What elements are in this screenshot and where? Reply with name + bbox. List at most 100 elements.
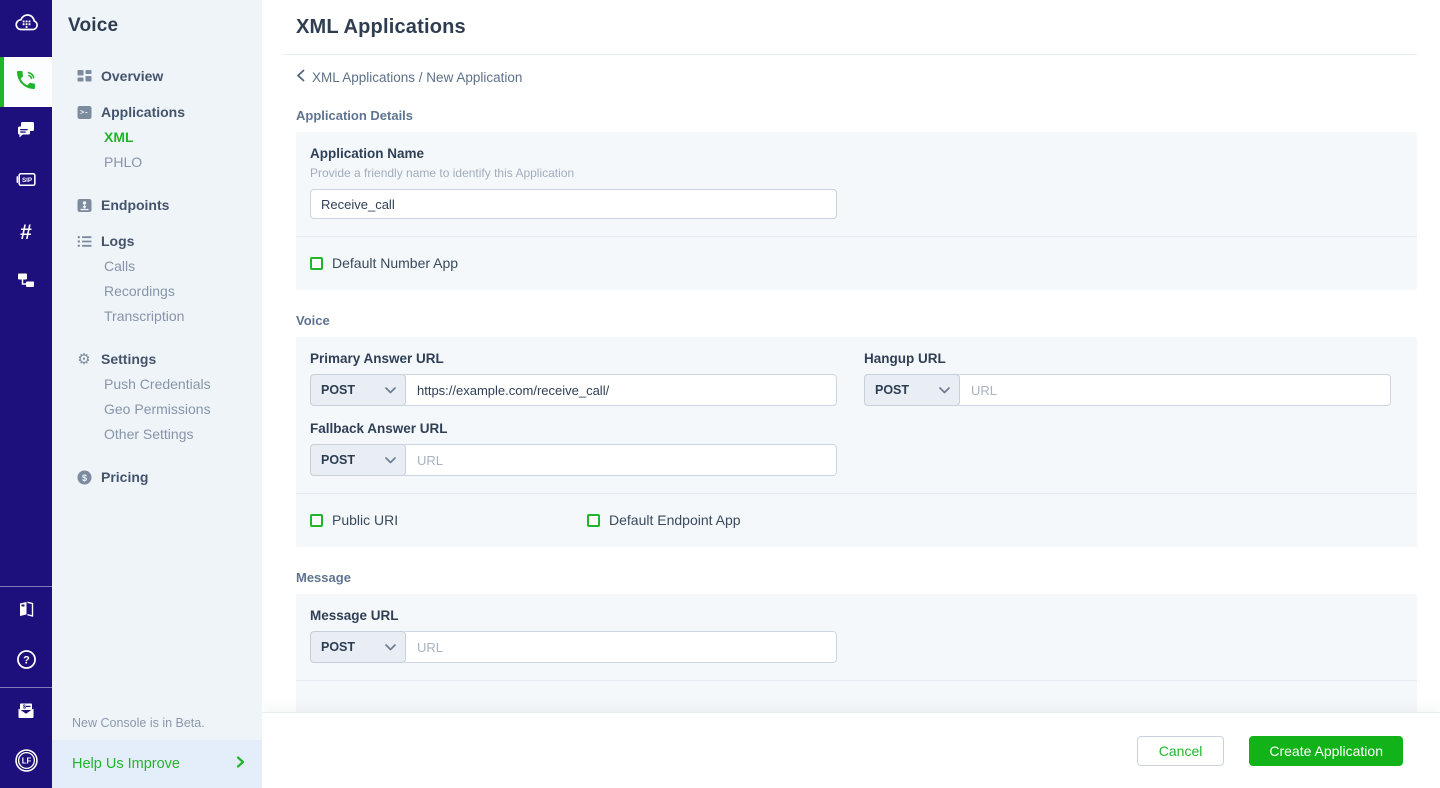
sidebar: Voice Overview >- Applications XML PHLO	[52, 0, 262, 788]
message-url-label: Message URL	[310, 608, 399, 623]
chevron-down-icon	[385, 453, 396, 467]
chevron-down-icon	[385, 383, 396, 397]
application-name-label: Application Name	[310, 146, 425, 161]
hangup-method-select[interactable]: POST	[864, 374, 960, 406]
sidebar-item-label: Overview	[101, 68, 164, 84]
sidebar-item-label: Pricing	[101, 469, 149, 485]
breadcrumb-text: XML Applications / New Application	[312, 69, 523, 85]
fallback-method-value: POST	[321, 453, 356, 467]
rail-spacer	[0, 307, 52, 586]
hangup-url-input[interactable]	[956, 374, 1391, 406]
cancel-button[interactable]: Cancel	[1136, 735, 1225, 766]
rail-docs-button[interactable]	[0, 587, 52, 637]
primary-answer-url-input[interactable]	[402, 374, 837, 406]
billing-invoice-icon: $	[14, 699, 38, 728]
card-divider	[296, 236, 1417, 237]
chevron-down-icon	[939, 383, 950, 397]
icon-rail: SIP # ? $ LF	[0, 0, 52, 788]
sidebar-item-label: Settings	[101, 351, 157, 367]
rail-messaging-button[interactable]	[0, 107, 52, 157]
gear-icon: ⚙	[77, 350, 91, 368]
message-method-value: POST	[321, 640, 356, 654]
sidebar-item-phlo[interactable]: PHLO	[104, 150, 262, 175]
application-name-input[interactable]	[310, 189, 837, 219]
sidebar-nav: Overview >- Applications XML PHLO Endpoi…	[52, 37, 262, 716]
rail-help-button[interactable]: ?	[0, 637, 52, 687]
chevron-right-icon	[234, 755, 246, 773]
svg-text:>-: >-	[80, 109, 88, 117]
svg-text:$: $	[81, 472, 86, 482]
default-endpoint-app-checkbox[interactable]	[587, 513, 600, 527]
title-divider	[282, 54, 1417, 55]
default-number-app-checkbox[interactable]	[310, 256, 323, 270]
sidebar-item-recordings[interactable]: Recordings	[104, 279, 262, 304]
rail-phone-numbers-button[interactable]: #	[0, 207, 52, 257]
svg-text:?: ?	[23, 655, 30, 667]
footer-action-bar: Cancel Create Application	[262, 713, 1440, 788]
sidebar-item-settings[interactable]: ⚙ Settings	[76, 346, 262, 372]
rail-billing-button[interactable]: $	[0, 688, 52, 738]
sidebar-item-pricing[interactable]: $ Pricing	[76, 464, 262, 490]
dollar-icon: $	[76, 469, 92, 485]
list-icon	[76, 233, 92, 249]
rail-voice-button[interactable]	[0, 57, 52, 107]
svg-text:SIP: SIP	[21, 177, 31, 184]
sidebar-item-calls[interactable]: Calls	[104, 254, 262, 279]
primary-answer-method-select[interactable]: POST	[310, 374, 406, 406]
sidebar-item-endpoints[interactable]: Endpoints	[76, 192, 262, 218]
sidebar-item-logs[interactable]: Logs	[76, 228, 262, 254]
page-title: XML Applications	[296, 16, 466, 38]
application-name-help: Provide a friendly name to identify this…	[310, 166, 575, 180]
public-uri-label: Public URI	[332, 512, 399, 528]
fallback-method-select[interactable]: POST	[310, 444, 406, 476]
sip-trunking-icon: SIP	[14, 167, 39, 197]
help-us-improve-label: Help Us Improve	[72, 756, 180, 772]
sidebar-item-xml[interactable]: XML	[104, 125, 262, 150]
messaging-chat-icon	[14, 118, 38, 147]
account-avatar: LF	[13, 747, 40, 779]
chevron-left-icon	[296, 69, 305, 85]
fallback-answer-url-input[interactable]	[402, 444, 837, 476]
section-label-voice: Voice	[296, 313, 330, 328]
section-label-message: Message	[296, 570, 351, 585]
default-endpoint-app-label: Default Endpoint App	[609, 512, 741, 528]
sidebar-item-transcription[interactable]: Transcription	[104, 304, 262, 329]
voice-phone-icon	[14, 68, 38, 97]
docs-book-icon	[14, 598, 38, 627]
message-method-select[interactable]: POST	[310, 631, 406, 663]
rail-account-button[interactable]: LF	[0, 738, 52, 788]
beta-note: New Console is in Beta.	[72, 716, 205, 730]
phlo-sitemap-icon	[14, 268, 38, 297]
application-details-card: Application Name Provide a friendly name…	[296, 132, 1417, 290]
rail-phlo-button[interactable]	[0, 257, 52, 307]
create-application-button[interactable]: Create Application	[1249, 735, 1403, 766]
sidebar-item-applications[interactable]: >- Applications	[76, 99, 262, 125]
terminal-icon: >-	[76, 104, 92, 120]
primary-answer-method-value: POST	[321, 383, 356, 397]
sidebar-item-push-credentials[interactable]: Push Credentials	[104, 372, 262, 397]
help-question-icon: ?	[14, 647, 39, 677]
plivo-logo-button[interactable]	[0, 0, 52, 50]
sidebar-product-title: Voice	[68, 15, 119, 36]
sidebar-item-other-settings[interactable]: Other Settings	[104, 422, 262, 447]
sidebar-item-overview[interactable]: Overview	[76, 63, 262, 89]
hash-icon: #	[20, 220, 32, 244]
hangup-method-value: POST	[875, 383, 910, 397]
breadcrumb[interactable]: XML Applications / New Application	[296, 69, 1417, 85]
dashboard-icon	[76, 68, 92, 84]
section-label-application-details: Application Details	[296, 108, 414, 123]
help-us-improve-link[interactable]: Help Us Improve	[52, 740, 262, 788]
sidebar-item-label: Applications	[101, 104, 186, 120]
chevron-down-icon	[385, 640, 396, 654]
hangup-url-label: Hangup URL	[864, 351, 946, 366]
public-uri-checkbox[interactable]	[310, 513, 323, 527]
rail-sip-trunking-button[interactable]: SIP	[0, 157, 52, 207]
svg-text:LF: LF	[21, 757, 31, 766]
main-content: XML Applications XML Applications / New …	[262, 0, 1440, 788]
default-number-app-label: Default Number App	[332, 255, 459, 271]
sidebar-item-label: Endpoints	[101, 197, 170, 213]
voice-card: Primary Answer URL POST Hangup URL	[296, 337, 1417, 547]
sidebar-item-geo-permissions[interactable]: Geo Permissions	[104, 397, 262, 422]
message-url-input[interactable]	[402, 631, 837, 663]
card-divider	[296, 493, 1417, 494]
